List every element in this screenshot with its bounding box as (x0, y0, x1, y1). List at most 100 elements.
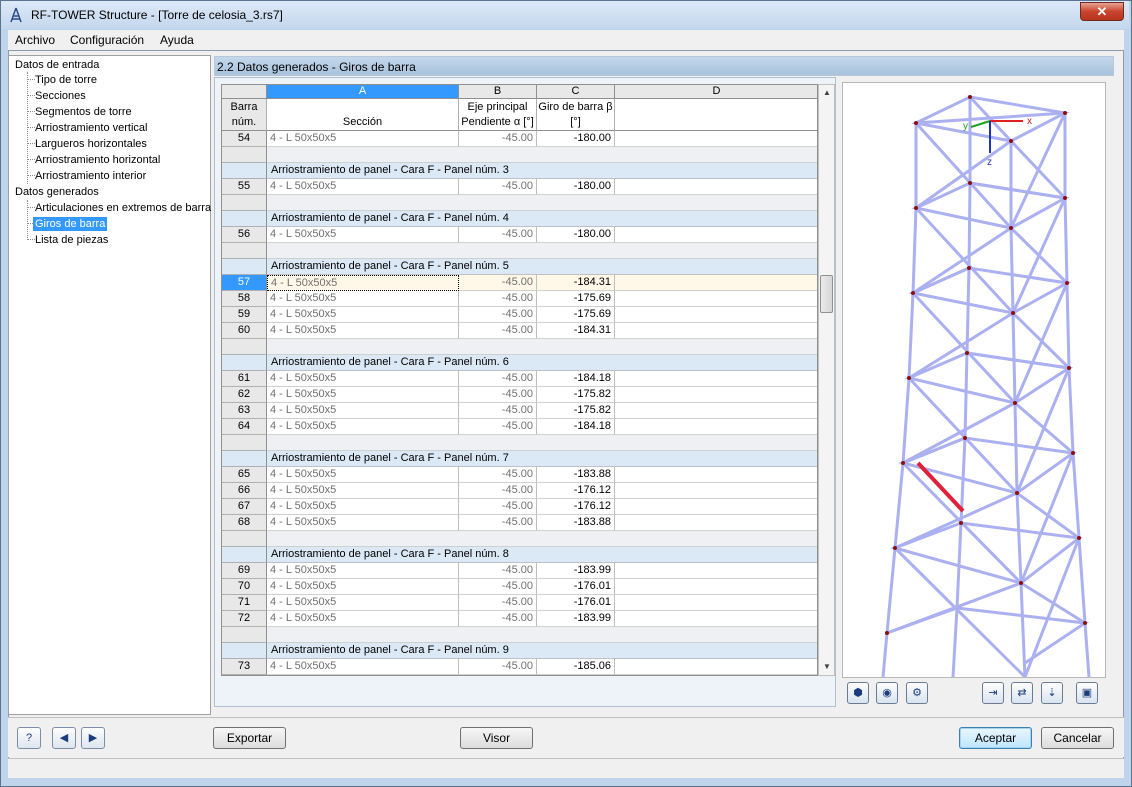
display-options-icon[interactable]: ⚙ (906, 682, 928, 704)
cell-d[interactable] (615, 131, 817, 147)
blank-cell[interactable] (267, 435, 817, 451)
cell-beta[interactable]: -175.69 (537, 291, 615, 307)
render-icon[interactable]: ◉ (876, 682, 898, 704)
blank-cell[interactable] (267, 531, 817, 547)
cell-section[interactable]: 4 - L 50x50x5 (267, 275, 459, 291)
row-number[interactable]: 63 (222, 403, 267, 419)
row-number[interactable]: 56 (222, 227, 267, 243)
close-button[interactable]: ✕ (1080, 2, 1124, 21)
cell-alpha[interactable]: -45.00 (459, 563, 537, 579)
cell-beta[interactable]: -184.18 (537, 419, 615, 435)
cell-section[interactable]: 4 - L 50x50x5 (267, 563, 459, 579)
cell-alpha[interactable]: -45.00 (459, 467, 537, 483)
table-row[interactable]: 58 4 - L 50x50x5 -45.00 -175.69 (222, 291, 817, 307)
row-number[interactable] (222, 627, 267, 643)
cell-beta[interactable]: -183.99 (537, 611, 615, 627)
col-header-b[interactable]: B (459, 85, 537, 99)
group-row[interactable]: Arriostramiento de panel - Cara F - Pane… (222, 355, 817, 371)
col-header-a[interactable]: A (267, 85, 459, 99)
table-row[interactable]: 63 4 - L 50x50x5 -45.00 -175.82 (222, 403, 817, 419)
blank-cell[interactable] (267, 339, 817, 355)
cell-section[interactable]: 4 - L 50x50x5 (267, 595, 459, 611)
cell-d[interactable] (615, 595, 817, 611)
table-row[interactable]: 64 4 - L 50x50x5 -45.00 -184.18 (222, 419, 817, 435)
blank-cell[interactable] (267, 195, 817, 211)
cell-d[interactable] (615, 467, 817, 483)
cell-d[interactable] (615, 659, 817, 675)
cell-alpha[interactable]: -45.00 (459, 419, 537, 435)
row-number[interactable]: 61 (222, 371, 267, 387)
cell-d[interactable] (615, 227, 817, 243)
cell-d[interactable] (615, 387, 817, 403)
row-number[interactable]: 57 (222, 275, 267, 291)
group-row[interactable]: Arriostramiento de panel - Cara F - Pane… (222, 547, 817, 563)
tree-item-secciones[interactable]: Secciones (35, 89, 86, 103)
tree-item-tipo-torre[interactable]: Tipo de torre (35, 73, 97, 87)
cell-d[interactable] (615, 371, 817, 387)
blank-row[interactable] (222, 147, 817, 163)
tree-item-articulaciones[interactable]: Articulaciones en extremos de barra (35, 201, 211, 215)
view-3d-icon[interactable]: ▣ (1076, 682, 1098, 704)
cell-alpha[interactable]: -45.00 (459, 227, 537, 243)
cell-section[interactable]: 4 - L 50x50x5 (267, 419, 459, 435)
cell-beta[interactable]: -176.01 (537, 579, 615, 595)
cell-beta[interactable]: -183.88 (537, 467, 615, 483)
blank-cell[interactable] (267, 243, 817, 259)
cell-d[interactable] (615, 291, 817, 307)
cell-section[interactable]: 4 - L 50x50x5 (267, 307, 459, 323)
table-row[interactable]: 61 4 - L 50x50x5 -45.00 -184.18 (222, 371, 817, 387)
cell-beta[interactable]: -183.99 (537, 563, 615, 579)
cell-d[interactable] (615, 323, 817, 339)
row-number[interactable] (222, 547, 267, 563)
table-row[interactable]: 54 4 - L 50x50x5 -45.00 -180.00 (222, 131, 817, 147)
cell-section[interactable]: 4 - L 50x50x5 (267, 291, 459, 307)
blank-row[interactable] (222, 435, 817, 451)
cell-beta[interactable]: -176.12 (537, 483, 615, 499)
cell-beta[interactable]: -180.00 (537, 179, 615, 195)
next-page-icon[interactable]: ▶ (81, 727, 105, 749)
tree-item-segmentos-torre[interactable]: Segmentos de torre (35, 105, 132, 119)
row-number[interactable] (222, 211, 267, 227)
row-number[interactable]: 60 (222, 323, 267, 339)
table-row[interactable]: 59 4 - L 50x50x5 -45.00 -175.69 (222, 307, 817, 323)
view-z-icon[interactable]: ⇣ (1041, 682, 1063, 704)
group-row[interactable]: Arriostramiento de panel - Cara F - Pane… (222, 163, 817, 179)
cell-beta[interactable]: -175.82 (537, 387, 615, 403)
cell-alpha[interactable]: -45.00 (459, 595, 537, 611)
cell-beta[interactable]: -176.01 (537, 595, 615, 611)
cell-d[interactable] (615, 563, 817, 579)
tree-item-arriostramiento-horizontal[interactable]: Arriostramiento horizontal (35, 153, 160, 167)
cell-alpha[interactable]: -45.00 (459, 483, 537, 499)
row-number[interactable]: 64 (222, 419, 267, 435)
table-row[interactable]: 73 4 - L 50x50x5 -45.00 -185.06 (222, 659, 817, 675)
help-icon[interactable]: ? (17, 727, 41, 749)
col-header-d[interactable]: D (615, 85, 817, 99)
cell-section[interactable]: 4 - L 50x50x5 (267, 179, 459, 195)
cell-section[interactable]: 4 - L 50x50x5 (267, 515, 459, 531)
row-number[interactable] (222, 339, 267, 355)
table-row[interactable]: 62 4 - L 50x50x5 -45.00 -175.82 (222, 387, 817, 403)
tree-item-arriostramiento-vertical[interactable]: Arriostramiento vertical (35, 121, 147, 135)
scroll-thumb[interactable] (820, 275, 833, 313)
row-number[interactable]: 71 (222, 595, 267, 611)
grid-vertical-scrollbar[interactable]: ▲ ▼ (818, 84, 835, 676)
cell-beta[interactable]: -180.00 (537, 131, 615, 147)
table-row[interactable]: 69 4 - L 50x50x5 -45.00 -183.99 (222, 563, 817, 579)
cell-section[interactable]: 4 - L 50x50x5 (267, 227, 459, 243)
tree-item-giros-barra[interactable]: Giros de barra (33, 217, 108, 231)
tree-group-datos-generados[interactable]: Datos generados (15, 185, 99, 199)
cell-beta[interactable]: -183.88 (537, 515, 615, 531)
cell-beta[interactable]: -175.82 (537, 403, 615, 419)
group-row[interactable]: Arriostramiento de panel - Cara F - Pane… (222, 259, 817, 275)
cell-d[interactable] (615, 611, 817, 627)
row-number[interactable]: 69 (222, 563, 267, 579)
table-row[interactable]: 70 4 - L 50x50x5 -45.00 -176.01 (222, 579, 817, 595)
row-number[interactable] (222, 147, 267, 163)
table-row[interactable]: 67 4 - L 50x50x5 -45.00 -176.12 (222, 499, 817, 515)
cell-alpha[interactable]: -45.00 (459, 659, 537, 675)
tree-group-datos-entrada[interactable]: Datos de entrada (15, 58, 99, 72)
view-y-icon[interactable]: ⇄ (1011, 682, 1033, 704)
cell-section[interactable]: 4 - L 50x50x5 (267, 483, 459, 499)
row-number[interactable]: 72 (222, 611, 267, 627)
menu-configuracion[interactable]: Configuración (70, 33, 144, 47)
